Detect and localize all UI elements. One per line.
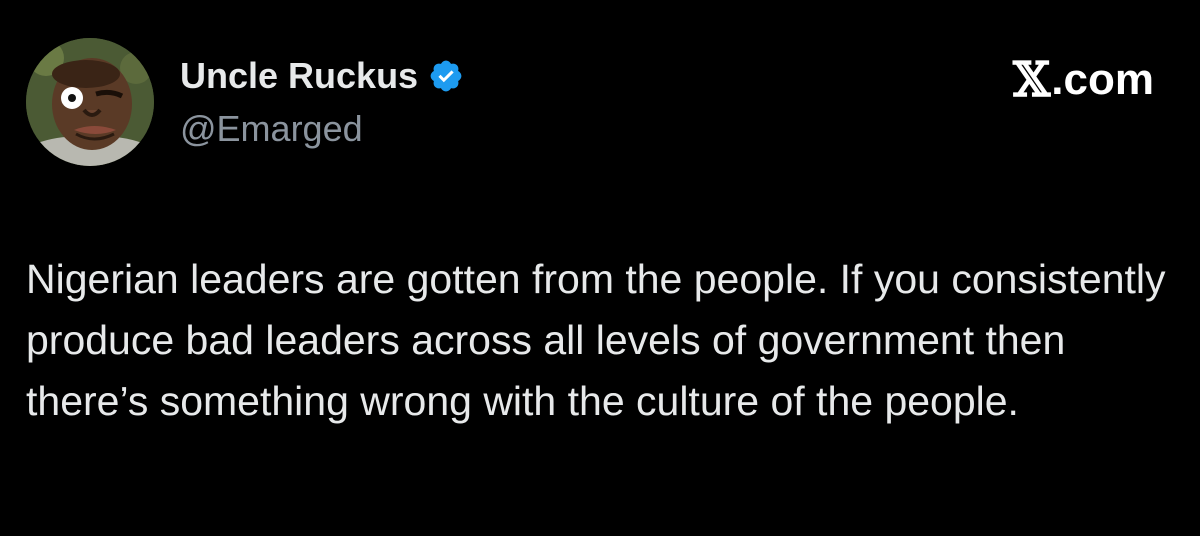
author-name-row: Uncle Ruckus [180,54,464,98]
brand-logo: 𝕏 .com [1013,52,1154,108]
tweet-card: Uncle Ruckus @Emarged 𝕏 .com Nigerian le… [0,0,1200,536]
brand-domain: .com [1051,55,1154,104]
avatar[interactable] [26,38,154,166]
x-logo-icon: 𝕏 [1013,52,1051,108]
display-name[interactable]: Uncle Ruckus [180,55,418,97]
cartoon-avatar-icon [26,38,154,166]
tweet-text: Nigerian leaders are gotten from the peo… [26,256,1166,424]
verified-badge-icon [428,58,464,94]
author-handle[interactable]: @Emarged [180,108,363,150]
